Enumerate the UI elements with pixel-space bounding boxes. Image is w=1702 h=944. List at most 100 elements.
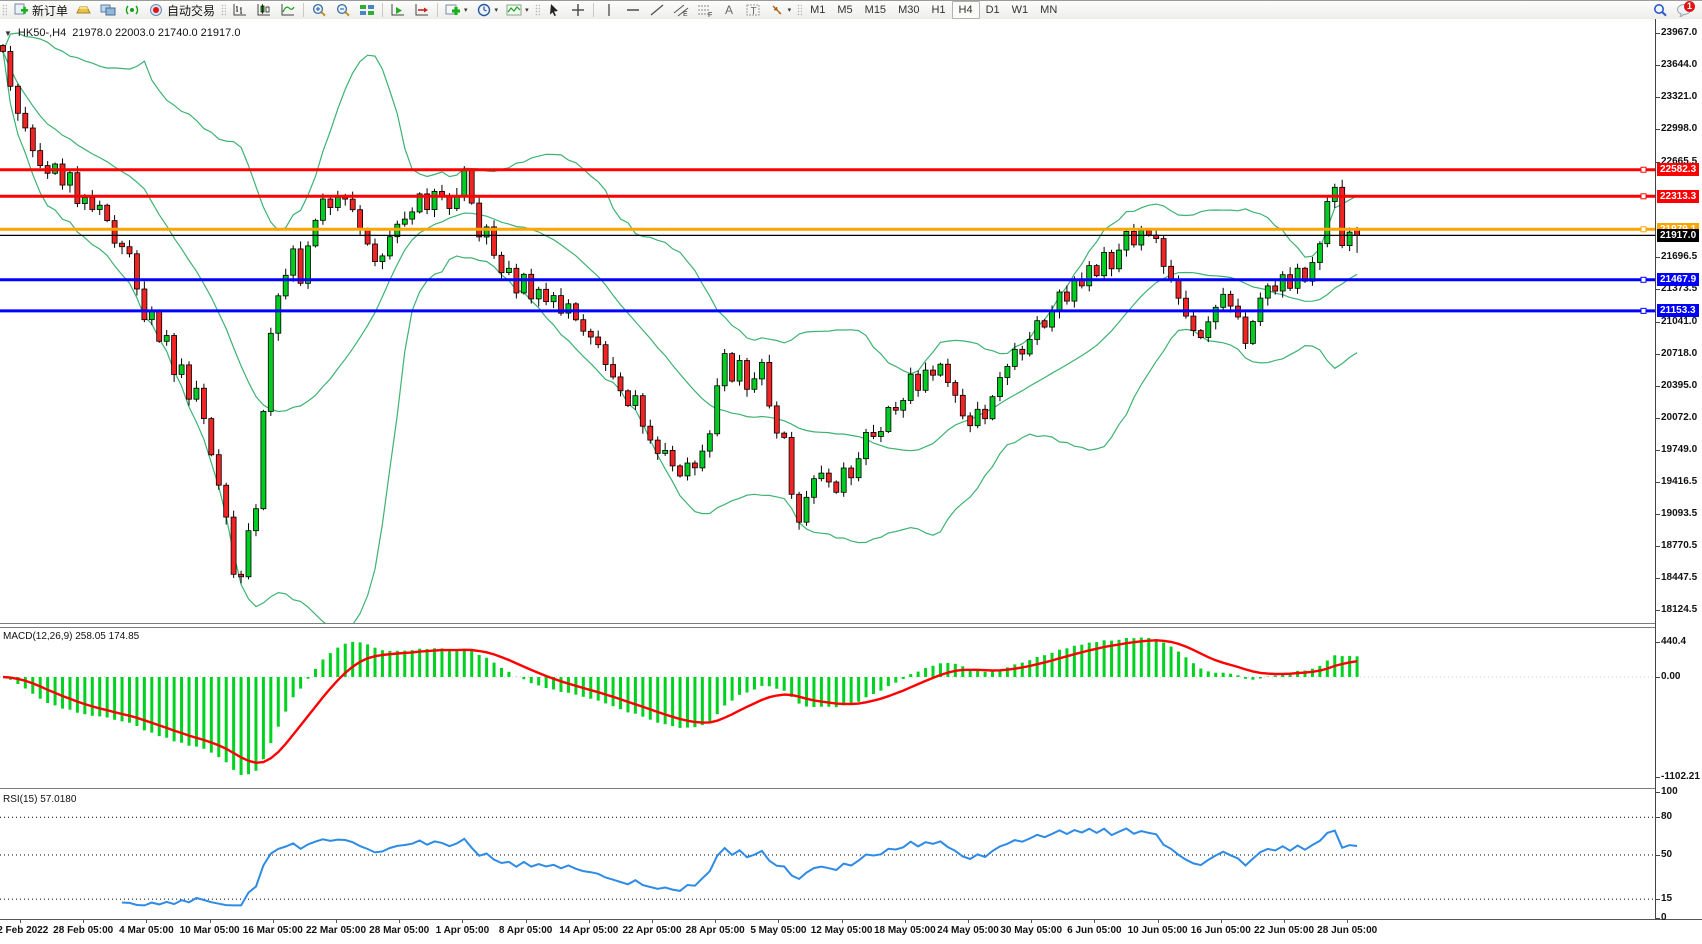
candle-body bbox=[551, 296, 556, 302]
candle-body bbox=[1072, 280, 1077, 301]
text-button[interactable]: A bbox=[717, 2, 741, 18]
indicators-button[interactable]: ▾ bbox=[441, 2, 472, 18]
chat-icon[interactable]: 1 bbox=[1676, 3, 1692, 18]
arrows-button[interactable]: ▾ bbox=[765, 2, 796, 18]
tick-mark bbox=[1656, 289, 1660, 290]
time-tick bbox=[462, 920, 463, 923]
timeframe-m15-button[interactable]: M15 bbox=[859, 2, 892, 18]
periods-caret-icon[interactable]: ▾ bbox=[495, 6, 499, 14]
equidistant-channel-button[interactable]: E bbox=[669, 2, 693, 18]
time-label: 6 Jun 05:00 bbox=[1067, 925, 1121, 936]
support-line-1-price-badge: 21467.9 bbox=[1657, 273, 1699, 286]
candle-body bbox=[380, 256, 385, 262]
candle-body bbox=[373, 244, 378, 262]
macd-panel[interactable]: MACD(12,26,9) 258.05 174.85 bbox=[0, 628, 1702, 788]
timeframe-d1-button[interactable]: D1 bbox=[980, 2, 1006, 18]
candle-body bbox=[633, 396, 638, 406]
pivot-line-handle[interactable] bbox=[1641, 227, 1646, 232]
candlestick-chart[interactable] bbox=[0, 19, 1655, 623]
price-axis[interactable]: 23967.023644.023321.022998.022665.521696… bbox=[1655, 19, 1702, 919]
toolbar-grip[interactable] bbox=[535, 4, 540, 16]
candle-body bbox=[901, 400, 906, 410]
candle-body bbox=[603, 345, 608, 365]
resistance-line-2-handle[interactable] bbox=[1641, 194, 1646, 199]
timeframe-h1-button[interactable]: H1 bbox=[925, 2, 951, 18]
candle-body bbox=[588, 331, 593, 337]
gold-ingot-button[interactable] bbox=[72, 2, 96, 18]
timeframe-mn-button[interactable]: MN bbox=[1034, 2, 1063, 18]
signal-button[interactable] bbox=[120, 2, 144, 18]
templates-button[interactable]: ▾ bbox=[502, 2, 533, 18]
support-line-2-handle[interactable] bbox=[1641, 308, 1646, 313]
search-icon[interactable] bbox=[1652, 3, 1668, 18]
support-line-2-price-badge: 21153.3 bbox=[1657, 304, 1699, 317]
rsi-axis-100: 100 bbox=[1661, 786, 1678, 797]
candle-body bbox=[618, 377, 623, 391]
indicators-caret-icon[interactable]: ▾ bbox=[464, 6, 468, 14]
candlestick-chart-button[interactable] bbox=[252, 2, 276, 18]
candle-body bbox=[142, 289, 147, 320]
macd-axis-min: -1102.21 bbox=[1661, 771, 1700, 782]
candle-body bbox=[8, 52, 13, 87]
line-chart-button[interactable] bbox=[276, 2, 300, 18]
auto-scroll-button[interactable] bbox=[386, 2, 410, 18]
auto-trading-button[interactable]: 自动交易 bbox=[144, 2, 219, 18]
main-chart-panel[interactable]: ▼ HK50-,H4 21978.0 22003.0 21740.0 21917… bbox=[0, 19, 1702, 623]
fibonacci-button[interactable]: F bbox=[693, 2, 717, 18]
time-label: 14 Apr 05:00 bbox=[559, 925, 618, 936]
time-label: 28 Apr 05:00 bbox=[686, 925, 745, 936]
candle-body bbox=[1139, 231, 1144, 246]
crosshair-button[interactable] bbox=[566, 2, 590, 18]
candle-body bbox=[365, 229, 370, 244]
toolbar-grip[interactable] bbox=[221, 4, 226, 16]
periods-button[interactable]: ▾ bbox=[472, 2, 503, 18]
timeframe-h4-button[interactable]: H4 bbox=[952, 1, 980, 19]
rsi-axis-0: 0 bbox=[1661, 912, 1667, 923]
vertical-line-button[interactable] bbox=[597, 2, 621, 18]
svg-text:T: T bbox=[750, 6, 756, 17]
toolbar-grip[interactable] bbox=[797, 4, 802, 16]
templates-caret-icon[interactable]: ▾ bbox=[525, 6, 529, 14]
candle-body bbox=[1243, 317, 1248, 343]
support-line-1-handle[interactable] bbox=[1641, 277, 1646, 282]
timeframe-m5-button[interactable]: M5 bbox=[831, 2, 858, 18]
chevron-down-icon[interactable]: ▼ bbox=[4, 29, 12, 38]
price-tick: 23967.0 bbox=[1661, 27, 1697, 38]
cursor-button[interactable] bbox=[542, 2, 566, 18]
market-watch-button[interactable] bbox=[96, 2, 120, 18]
time-axis[interactable]: 22 Feb 202228 Feb 05:004 Mar 05:0010 Mar… bbox=[0, 919, 1702, 944]
candle-body bbox=[529, 274, 534, 299]
zoom-out-icon bbox=[335, 3, 351, 18]
horizontal-line-button[interactable] bbox=[621, 2, 645, 18]
candle-body bbox=[692, 463, 697, 468]
candle-body bbox=[15, 86, 20, 113]
candle-body bbox=[611, 365, 616, 378]
zoom-out-button[interactable] bbox=[331, 2, 355, 18]
candle-body bbox=[998, 378, 1003, 397]
chart-shift-button[interactable] bbox=[410, 2, 434, 18]
rsi-panel[interactable]: RSI(15) 57.0180 bbox=[0, 791, 1702, 919]
toolbar: 新订单 自动交易 ▾ ▾ ▾ EFAT ▾ M1M5M15M30H1H4D1W1MN 1 bbox=[0, 1, 1702, 21]
candle-body bbox=[596, 337, 601, 345]
arrows-caret-icon[interactable]: ▾ bbox=[788, 6, 792, 14]
toolbar-grip[interactable] bbox=[2, 4, 7, 16]
candle-body bbox=[1221, 294, 1226, 307]
zoom-in-button[interactable] bbox=[307, 2, 331, 18]
text-label-button[interactable]: T bbox=[741, 2, 765, 18]
candle-body bbox=[908, 374, 913, 400]
resistance-line-1-handle[interactable] bbox=[1641, 167, 1646, 172]
candle-body bbox=[581, 320, 586, 332]
resistance-line-1-price-badge: 22582.3 bbox=[1657, 163, 1699, 176]
candle-body bbox=[120, 243, 125, 247]
timeframe-w1-button[interactable]: W1 bbox=[1006, 2, 1035, 18]
timeframe-m30-button[interactable]: M30 bbox=[892, 2, 925, 18]
timeframe-m1-button[interactable]: M1 bbox=[804, 2, 831, 18]
resistance-line-2-price-badge: 22313.3 bbox=[1657, 190, 1699, 203]
candle-body bbox=[239, 574, 244, 577]
new-order-button[interactable]: 新订单 bbox=[9, 2, 72, 18]
bar-chart-button[interactable] bbox=[228, 2, 252, 18]
trendline-button[interactable] bbox=[645, 2, 669, 18]
candle-body bbox=[960, 395, 965, 416]
tile-windows-button[interactable] bbox=[355, 2, 379, 18]
candle-body bbox=[187, 365, 192, 399]
